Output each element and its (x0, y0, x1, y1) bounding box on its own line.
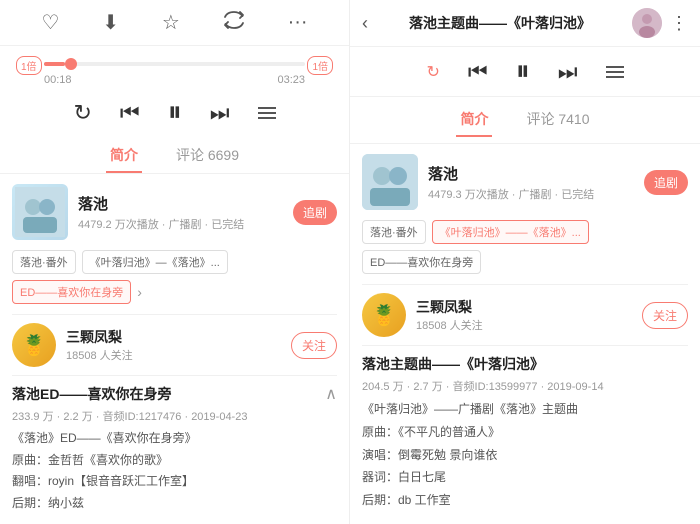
progress-dot (65, 58, 77, 70)
divider-right-1 (362, 284, 688, 285)
progress-section: 1倍 1倍 00:18 03:23 (0, 46, 349, 90)
tab-intro-right[interactable]: 简介 (456, 103, 492, 137)
drama-card-left: 落池 4479.2 万次播放 · 广播剧 · 已完结 追剧 (12, 184, 337, 240)
singer-avatar-right[interactable]: 🍍 (362, 293, 406, 337)
singer-fans-left: 18508 人关注 (66, 347, 281, 363)
progress-bar[interactable] (44, 62, 305, 66)
repeat-right-icon[interactable]: ↻ (426, 62, 439, 82)
follow-drama-button-left[interactable]: 追剧 (293, 200, 337, 225)
speed-left-label[interactable]: 1倍 (16, 56, 42, 75)
avatar-right[interactable] (632, 8, 662, 38)
divider-right-2 (362, 345, 688, 346)
song-title-row-right: 落池主题曲——《叶落归池》 (362, 354, 688, 374)
singer-fans-right: 18508 人关注 (416, 317, 632, 333)
tag-0-left[interactable]: 落池·番外 (12, 250, 76, 274)
drama-info-right: 落池 4479.3 万次播放 · 广播剧 · 已完结 (428, 163, 634, 202)
right-content: 落池 4479.3 万次播放 · 广播剧 · 已完结 追剧 落池·番外 《叶落归… (350, 144, 700, 524)
song-title-row-left: 落池ED——喜欢你在身旁 ∧ (12, 384, 337, 404)
tab-comments-left[interactable]: 评论 6699 (172, 139, 243, 173)
right-header: ‹ 落池主题曲——《叶落归池》 ⋮ (350, 0, 700, 47)
collapse-icon-left[interactable]: ∧ (325, 384, 337, 404)
singer-name-left: 三颗凤梨 (66, 327, 281, 347)
tag-1-left[interactable]: 《叶落归池》—《落池》... (82, 250, 228, 274)
play-button-right[interactable]: ⏸ (516, 55, 530, 88)
song-detail-right: 《叶落归池》——广播剧《落池》主题曲 原曲：《不平凡的普通人》 演唱：倒霉死勉 … (362, 398, 688, 512)
drama-title-right: 落池 (428, 163, 634, 184)
star-icon[interactable]: ☆ (162, 10, 180, 35)
prev-button-right[interactable]: ⏮ (468, 59, 488, 85)
tag-2-right[interactable]: ED——喜欢你在身旁 (362, 250, 481, 274)
tag-1-right[interactable]: 《叶落归池》——《落池》... (432, 220, 589, 244)
drama-meta-left: 4479.2 万次播放 · 广播剧 · 已完结 (78, 216, 283, 232)
current-time: 00:18 (44, 74, 72, 86)
tag-row-left: 落池·番外 《叶落归池》—《落池》... ED——喜欢你在身旁 › (12, 250, 337, 304)
more-button-right[interactable]: ⋮ (670, 13, 688, 34)
drama-card-right: 落池 4479.3 万次播放 · 广播剧 · 已完结 追剧 (362, 154, 688, 210)
right-tabs: 简介 评论 7410 (350, 97, 700, 144)
follow-singer-button-left[interactable]: 关注 (291, 332, 337, 359)
singer-card-right: 🍍 三颗凤梨 18508 人关注 关注 (362, 293, 688, 337)
download-icon[interactable]: ⬇ (102, 10, 119, 35)
left-content: 落池 4479.2 万次播放 · 广播剧 · 已完结 追剧 落池·番外 《叶落归… (0, 174, 349, 524)
drama-info-left: 落池 4479.2 万次播放 · 广播剧 · 已完结 (78, 193, 283, 232)
tab-intro-left[interactable]: 简介 (106, 139, 142, 173)
follow-drama-button-right[interactable]: 追剧 (644, 170, 688, 195)
right-controls: ↻ ⏮ ⏸ ⏭ (350, 47, 700, 97)
singer-card-left: 🍍 三颗凤梨 18508 人关注 关注 (12, 323, 337, 367)
singer-name-right: 三颗凤梨 (416, 297, 632, 317)
song-title-right: 落池主题曲——《叶落归池》 (362, 354, 544, 374)
progress-fill (44, 62, 65, 66)
speed-right-label[interactable]: 1倍 (307, 56, 333, 75)
drama-thumbnail-right[interactable] (362, 154, 418, 210)
prev-button[interactable]: ⏮ (120, 100, 140, 126)
next-button[interactable]: ⏭ (210, 100, 230, 126)
tag-arrow-icon[interactable]: › (137, 284, 142, 300)
loop-icon[interactable] (223, 11, 245, 35)
playlist-icon-right[interactable] (606, 66, 624, 78)
heart-icon[interactable]: ♡ (41, 10, 59, 35)
song-detail-left: 《落池》ED——《喜欢你在身旁》 原曲：金哲哲《喜欢你的歌》 翻唱：royin【… (12, 428, 337, 514)
divider-left-1 (12, 314, 337, 315)
drama-title-left: 落池 (78, 193, 283, 214)
singer-info-left: 三颗凤梨 18508 人关注 (66, 327, 281, 363)
total-time: 03:23 (277, 74, 305, 86)
playlist-icon[interactable] (258, 107, 276, 119)
song-title-left: 落池ED——喜欢你在身旁 (12, 384, 171, 404)
right-title: 落池主题曲——《叶落归池》 (376, 13, 624, 33)
tab-comments-right[interactable]: 评论 7410 (522, 103, 593, 137)
tag-row-right: 落池·番外 《叶落归池》——《落池》... ED——喜欢你在身旁 (362, 220, 688, 274)
next-button-right[interactable]: ⏭ (558, 59, 578, 85)
play-button[interactable]: ⏸ (168, 96, 182, 129)
repeat-icon[interactable]: ↻ (73, 100, 91, 126)
divider-left-2 (12, 375, 337, 376)
tag-0-right[interactable]: 落池·番外 (362, 220, 426, 244)
song-meta-right: 204.5 万 · 2.7 万 · 音频ID:13599977 · 2019-0… (362, 378, 688, 394)
more-icon[interactable]: ··· (288, 11, 308, 34)
right-panel: ‹ 落池主题曲——《叶落归池》 ⋮ ↻ ⏮ ⏸ ⏭ 简介 评论 7410 (350, 0, 700, 524)
drama-meta-right: 4479.3 万次播放 · 广播剧 · 已完结 (428, 186, 634, 202)
singer-avatar-left[interactable]: 🍍 (12, 323, 56, 367)
back-button[interactable]: ‹ (362, 13, 368, 34)
tag-2-left[interactable]: ED——喜欢你在身旁 (12, 280, 131, 304)
player-controls: ↻ ⏮ ⏸ ⏭ (0, 90, 349, 135)
drama-thumbnail-left[interactable] (12, 184, 68, 240)
singer-info-right: 三颗凤梨 18508 人关注 (416, 297, 632, 333)
left-tabs: 简介 评论 6699 (0, 135, 349, 174)
left-panel: ♡ ⬇ ☆ ··· 1倍 1倍 00:18 03:23 (0, 0, 350, 524)
top-icon-bar: ♡ ⬇ ☆ ··· (0, 0, 349, 46)
follow-singer-button-right[interactable]: 关注 (642, 302, 688, 329)
song-meta-left: 233.9 万 · 2.2 万 · 音频ID:1217476 · 2019-04… (12, 408, 337, 424)
